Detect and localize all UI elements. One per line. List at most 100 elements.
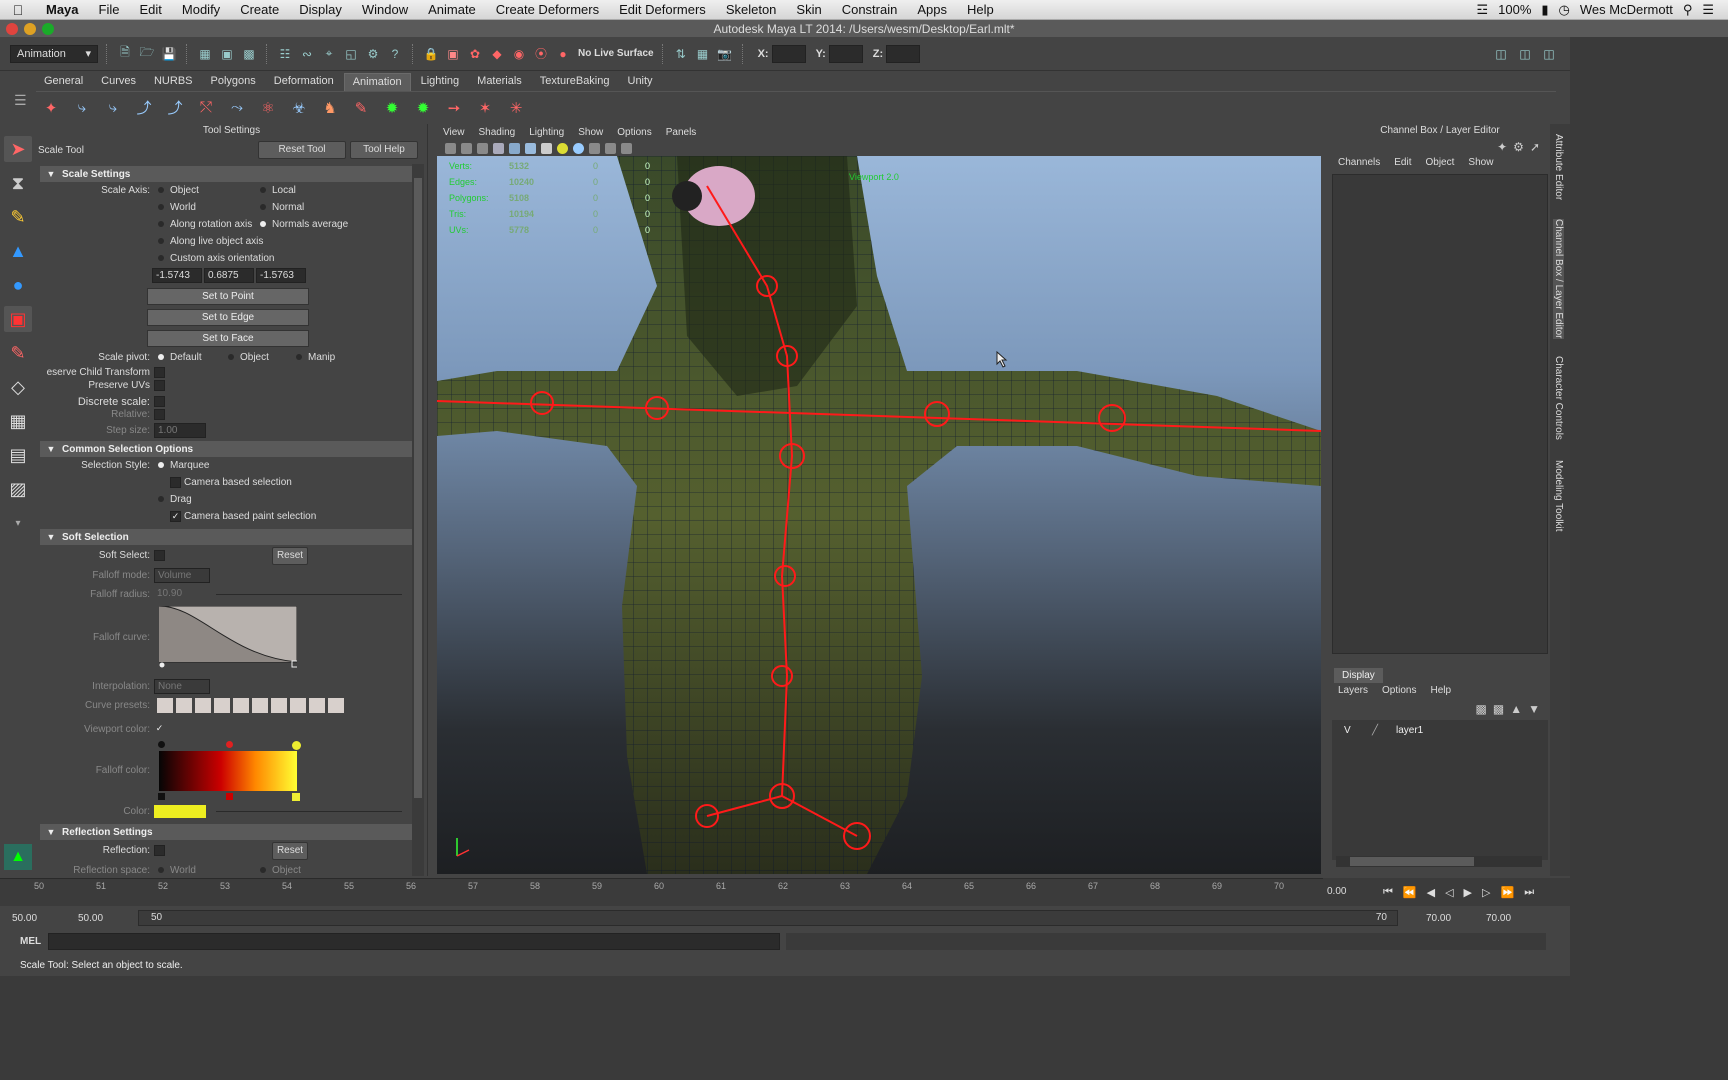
xray-icon[interactable] [589, 142, 600, 154]
play-back-icon[interactable]: ◁ [1445, 886, 1453, 899]
animation-start-field[interactable]: 50.00 [0, 913, 58, 924]
step-size-field[interactable]: 1.00 [154, 423, 206, 438]
layer-hscrollbar[interactable] [1336, 856, 1542, 867]
select-component-icon[interactable]: ▩ [240, 45, 258, 63]
3d-viewport[interactable]: Verts: 5132 0 0 Edges: 10240 0 0 Polygons: 5108… [437, 156, 1321, 874]
last-tool-icon[interactable]: ✎ [4, 340, 32, 366]
live-surface-icon[interactable]: ● [554, 45, 572, 63]
color-key-marker[interactable] [292, 793, 300, 801]
cluster-icon[interactable]: ✹ [381, 97, 403, 119]
step-forward-key-icon[interactable]: ⏩ [1500, 886, 1514, 899]
more-layouts-icon[interactable]: ▾ [4, 510, 32, 536]
outliner-layout-icon[interactable]: ▤ [4, 442, 32, 468]
reflection-checkbox[interactable] [154, 845, 165, 856]
settings-icon[interactable]: ⚙ [1513, 140, 1524, 154]
preserve-child-checkbox[interactable] [154, 367, 165, 378]
set-to-edge-button[interactable]: Set to Edge [147, 309, 309, 326]
radio-along-rotation[interactable] [158, 221, 164, 227]
mel-label[interactable]: MEL [0, 936, 48, 947]
ik-handle-icon[interactable]: ⤷ [102, 97, 124, 119]
bookmark-icon[interactable] [461, 142, 472, 154]
radio-local[interactable] [260, 187, 266, 193]
menu-help[interactable]: Help [957, 2, 1004, 17]
soft-select-checkbox[interactable] [154, 550, 165, 561]
reflection-reset-button[interactable]: Reset [272, 842, 308, 860]
wireframe-on-shaded-icon[interactable] [525, 142, 536, 154]
viewport-menu-lighting[interactable]: Lighting [529, 127, 564, 138]
channel-box-tab[interactable]: Channel Box / Layer Editor [1553, 219, 1564, 339]
lasso-tool-icon[interactable]: ⧗ [4, 170, 32, 196]
save-scene-icon[interactable]: 💾 [160, 45, 178, 63]
radio-object[interactable] [158, 187, 164, 193]
shelf-menu-icon[interactable]: ☰ [14, 92, 27, 109]
hypershade-icon[interactable]: ◉ [510, 45, 528, 63]
tool-help-button[interactable]: Tool Help [350, 141, 418, 159]
set-key-icon[interactable]: ✦ [40, 97, 62, 119]
preset-button[interactable] [214, 698, 230, 713]
preset-button[interactable] [309, 698, 325, 713]
magnet-icon[interactable]: ⦿ [532, 45, 550, 63]
show-tool-settings-icon[interactable]: ◫ [1516, 45, 1534, 63]
discrete-scale-checkbox[interactable] [154, 396, 165, 407]
step-back-key-icon[interactable]: ⏪ [1403, 886, 1417, 899]
notifications-icon[interactable]: ☰ [1702, 2, 1714, 18]
radio-pivot-default[interactable] [158, 354, 164, 360]
move-layer-up-icon[interactable]: ▲ [1510, 702, 1522, 716]
snap-point-icon[interactable]: ⌖ [320, 45, 338, 63]
aim-constraint-icon[interactable]: ✳ [505, 97, 527, 119]
set-to-point-button[interactable]: Set to Point [147, 288, 309, 305]
preserve-uvs-checkbox[interactable] [154, 380, 165, 391]
radio-pivot-object[interactable] [228, 354, 234, 360]
layers-menu[interactable]: Layers [1338, 685, 1368, 696]
layer-help-menu[interactable]: Help [1430, 685, 1451, 696]
menu-skeleton[interactable]: Skeleton [716, 2, 787, 17]
shelf-tab-deformation[interactable]: Deformation [266, 73, 342, 91]
menu-set-dropdown[interactable]: Animation ▾ [10, 44, 98, 63]
menu-modify[interactable]: Modify [172, 2, 230, 17]
color-key-marker[interactable] [226, 741, 233, 748]
menu-edit-deformers[interactable]: Edit Deformers [609, 2, 716, 17]
new-layer-empty-icon[interactable]: ▩ [1476, 702, 1487, 716]
select-tool-icon[interactable]: ➤ [4, 136, 32, 162]
menu-maya[interactable]: Maya [36, 2, 89, 17]
radio-normal[interactable] [260, 204, 266, 210]
color-swatch[interactable] [154, 805, 206, 818]
camera-attributes-icon[interactable] [445, 142, 456, 154]
preset-button[interactable] [195, 698, 211, 713]
shadows-icon[interactable] [573, 142, 584, 154]
falloff-radius-field[interactable]: 10.90 [154, 587, 206, 602]
viewport-menu-options[interactable]: Options [617, 127, 651, 138]
smooth-shade-icon[interactable] [509, 142, 520, 154]
collapse-triangle-icon[interactable]: ▼ [40, 169, 62, 179]
radio-reflection-object[interactable] [260, 867, 266, 873]
shelf-tab-curves[interactable]: Curves [93, 73, 144, 91]
spotlight-search-icon[interactable]: ⚲ [1683, 2, 1693, 18]
menu-create-deformers[interactable]: Create Deformers [486, 2, 609, 17]
command-input[interactable] [48, 932, 780, 950]
reset-tool-button[interactable]: Reset Tool [258, 141, 346, 159]
time-slider[interactable]: 50 51 52 53 54 55 56 57 58 59 60 61 62 6… [0, 878, 1323, 906]
custom-axis-y-field[interactable]: 0.6875 [204, 268, 254, 283]
object-menu[interactable]: Object [1426, 157, 1455, 168]
menu-constrain[interactable]: Constrain [832, 2, 908, 17]
move-tool-icon[interactable]: ▲ [4, 238, 32, 264]
orient-constraint-icon[interactable]: ✶ [474, 97, 496, 119]
show-channel-box-icon[interactable]: ◫ [1540, 45, 1558, 63]
channel-list[interactable] [1332, 174, 1548, 654]
color-key-marker[interactable] [158, 793, 165, 800]
isolate-select-icon[interactable] [605, 142, 616, 154]
collapse-triangle-icon[interactable]: ▼ [40, 532, 62, 542]
step-forward-frame-icon[interactable]: ▷ [1482, 886, 1490, 899]
radio-drag[interactable] [158, 496, 164, 502]
preset-button[interactable] [233, 698, 249, 713]
channels-menu[interactable]: Channels [1338, 157, 1380, 168]
viewport-menu-panels[interactable]: Panels [666, 127, 697, 138]
bind-skin-icon[interactable]: ⚛ [257, 97, 279, 119]
curve-key-start[interactable] [159, 662, 165, 668]
display-tab[interactable]: Display [1334, 668, 1383, 683]
radio-pivot-manip[interactable] [296, 354, 302, 360]
paint-select-icon[interactable]: ✎ [4, 204, 32, 230]
radio-reflection-world[interactable] [158, 867, 164, 873]
interpolation-dropdown[interactable]: None [154, 679, 210, 694]
skeleton-icon[interactable]: ☣ [288, 97, 310, 119]
